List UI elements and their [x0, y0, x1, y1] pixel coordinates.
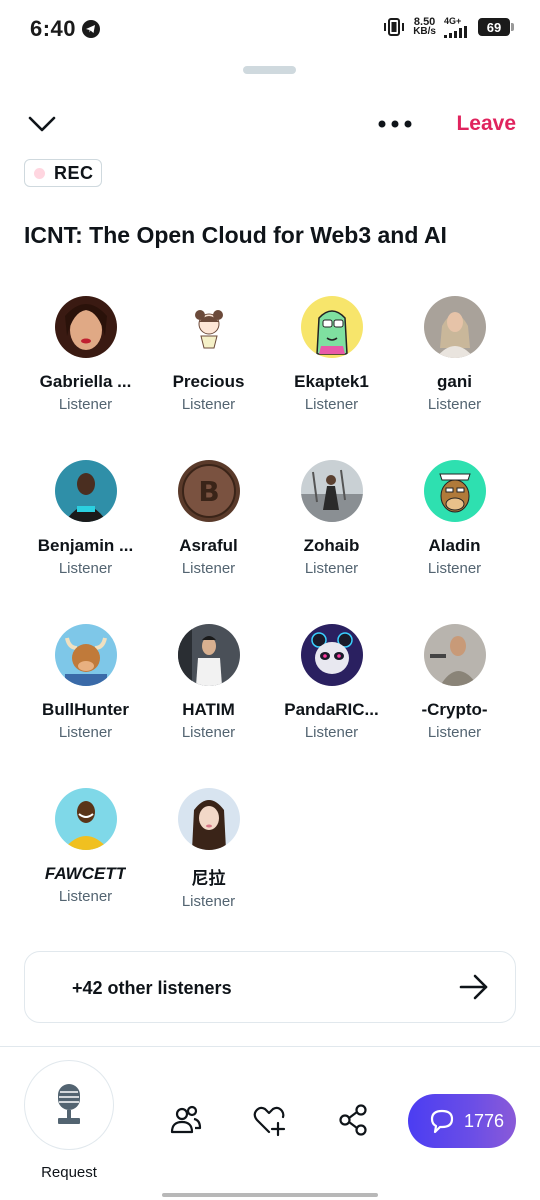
chat-count: 1776 — [464, 1110, 505, 1131]
man-street-avatar — [177, 624, 240, 686]
participant[interactable]: HATIM Listener — [147, 624, 270, 788]
bitcoin-coin-avatar: B — [177, 460, 240, 522]
participant-role: Listener — [58, 888, 113, 905]
more-options-icon[interactable] — [376, 112, 414, 136]
request-mic-button[interactable] — [24, 1060, 114, 1150]
status-time: 6:40 — [30, 16, 77, 41]
recording-badge: REC — [24, 159, 102, 187]
participant-role: Listener — [181, 560, 236, 577]
space-title: ICNT: The Open Cloud for Web3 and AI — [24, 222, 447, 248]
participant[interactable]: Zohaib Listener — [270, 460, 393, 624]
participant-grid: Gabriella ... Listener Precious Listener… — [24, 296, 516, 952]
bull-cartoon-avatar — [54, 624, 117, 686]
heart-plus-icon — [253, 1106, 286, 1137]
man-crypto-avatar — [54, 460, 117, 522]
network-type: 4G+ — [444, 15, 462, 26]
participant-name: -Crypto- — [421, 700, 488, 719]
man-outdoor-avatar — [300, 460, 363, 522]
leave-button[interactable]: Leave — [456, 112, 516, 136]
participant-name: Precious — [172, 372, 245, 391]
svg-text:B: B — [198, 475, 219, 508]
vibrate-icon — [384, 18, 405, 36]
react-button[interactable] — [252, 1103, 286, 1137]
ape-nft-avatar — [423, 460, 486, 522]
participant-role: Listener — [181, 396, 236, 413]
participant[interactable]: -Crypto- Listener — [393, 624, 516, 788]
participant-name: FAWCETT — [44, 864, 127, 883]
green-cartoon-avatar — [300, 296, 363, 358]
participant[interactable]: B Asraful Listener — [147, 460, 270, 624]
participant-role: Listener — [58, 560, 113, 577]
chat-bubble-icon — [430, 1109, 454, 1134]
participants-button[interactable] — [169, 1103, 203, 1137]
participant-name: 尼拉 — [191, 869, 226, 888]
net-speed-unit: KB/s — [413, 26, 436, 37]
people-icon — [170, 1105, 202, 1134]
participant-name: Aladin — [428, 536, 481, 555]
space-header: Leave — [0, 104, 540, 144]
chevron-down-icon[interactable] — [26, 110, 58, 138]
participant-name: gani — [437, 372, 472, 391]
home-indicator[interactable] — [162, 1193, 378, 1197]
cartoon-girl-avatar — [177, 296, 240, 358]
man-yellow-shirt-avatar — [54, 788, 117, 850]
woman-portrait-avatar — [54, 296, 117, 358]
other-listeners-label: +42 other listeners — [72, 978, 232, 998]
participant[interactable]: FAWCETT Listener — [24, 788, 147, 952]
battery-level: 69 — [486, 19, 502, 35]
participant-role: Listener — [181, 724, 236, 741]
recording-label: REC — [54, 162, 94, 183]
sheet-drag-handle[interactable] — [243, 66, 296, 74]
participant[interactable]: PandaRIC... Listener — [270, 624, 393, 788]
participant-role: Listener — [427, 396, 482, 413]
recording-dot-icon — [34, 167, 45, 179]
man-gym-avatar — [423, 624, 486, 686]
battery-icon: 69 — [478, 18, 514, 36]
participant[interactable]: Benjamin ... Listener — [24, 460, 147, 624]
participant[interactable]: Aladin Listener — [393, 460, 516, 624]
status-bar: 6:40 8.50 KB/s 4G+ 69 — [0, 0, 540, 58]
net-speed: 8.50 KB/s — [413, 17, 436, 37]
participant-role: Listener — [304, 396, 359, 413]
woman-selfie-avatar — [177, 788, 240, 850]
participant[interactable]: gani Listener — [393, 296, 516, 460]
participant-name: Ekaptek1 — [294, 372, 369, 391]
bottom-divider — [0, 1046, 540, 1047]
microphone-icon — [58, 1084, 80, 1124]
other-listeners-button[interactable]: +42 other listeners — [24, 951, 516, 1023]
participant-role: Listener — [427, 724, 482, 741]
chat-button[interactable]: 1776 — [408, 1094, 516, 1148]
participant-name: Zohaib — [303, 536, 360, 555]
share-button[interactable] — [336, 1103, 370, 1137]
participant[interactable]: Ekaptek1 Listener — [270, 296, 393, 460]
panda-robot-avatar — [300, 624, 363, 686]
signal: 4G+ — [444, 15, 470, 38]
status-indicators: 8.50 KB/s 4G+ 69 — [383, 15, 514, 38]
woman-photo-avatar — [423, 296, 486, 358]
participant-role: Listener — [427, 560, 482, 577]
telegram-icon — [82, 20, 100, 38]
participant-name: HATIM — [182, 700, 235, 719]
participant[interactable]: Gabriella ... Listener — [24, 296, 147, 460]
participant-name: Gabriella ... — [39, 372, 132, 391]
signal-icon — [444, 25, 467, 38]
participant-role: Listener — [58, 724, 113, 741]
participant-role: Listener — [181, 893, 236, 910]
participant-role: Listener — [304, 560, 359, 577]
participant-name: PandaRIC... — [284, 700, 379, 719]
participant[interactable]: 尼拉 Listener — [147, 788, 270, 952]
participant-role: Listener — [58, 396, 113, 413]
participant[interactable]: BullHunter Listener — [24, 624, 147, 788]
participant-role: Listener — [304, 724, 359, 741]
request-label: Request — [41, 1164, 97, 1181]
share-icon — [339, 1104, 367, 1136]
participant-name: Benjamin ... — [37, 536, 134, 555]
participant-name: Asraful — [179, 536, 238, 555]
arrow-right-icon — [459, 974, 488, 1000]
participant[interactable]: Precious Listener — [147, 296, 270, 460]
participant-name: BullHunter — [42, 700, 129, 719]
